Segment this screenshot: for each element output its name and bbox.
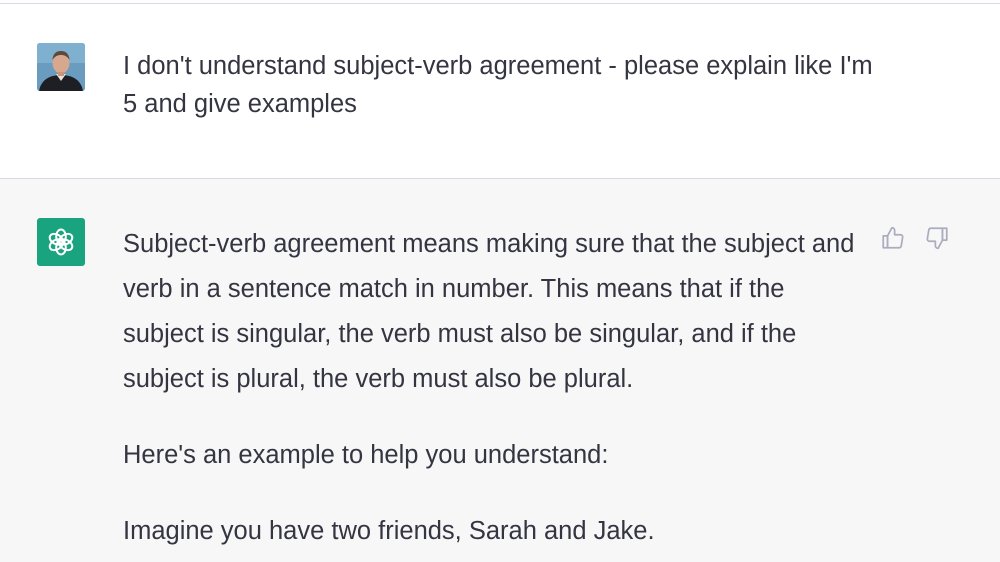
thumbs-up-icon: [882, 226, 904, 249]
assistant-message-row: Subject-verb agreement means making sure…: [0, 179, 1000, 562]
thumbs-up-button[interactable]: [879, 224, 907, 252]
assistant-message-text: Subject-verb agreement means making sure…: [123, 222, 868, 554]
user-avatar: [37, 43, 85, 91]
message-paragraph: Subject-verb agreement means making sure…: [123, 230, 855, 393]
user-message-text: I don't understand subject-verb agreemen…: [123, 52, 873, 118]
chat-page: I don't understand subject-verb agreemen…: [0, 0, 1000, 562]
openai-logo-icon: [48, 228, 74, 256]
user-avatar-photo: [37, 43, 85, 91]
thumbs-down-button[interactable]: [923, 224, 951, 252]
assistant-avatar: [37, 218, 85, 266]
user-message-row: I don't understand subject-verb agreemen…: [0, 4, 1000, 178]
message-paragraph: Imagine you have two friends, Sarah and …: [123, 517, 655, 545]
message-paragraph: Here's an example to help you understand…: [123, 441, 609, 469]
thumbs-down-icon: [926, 227, 948, 250]
